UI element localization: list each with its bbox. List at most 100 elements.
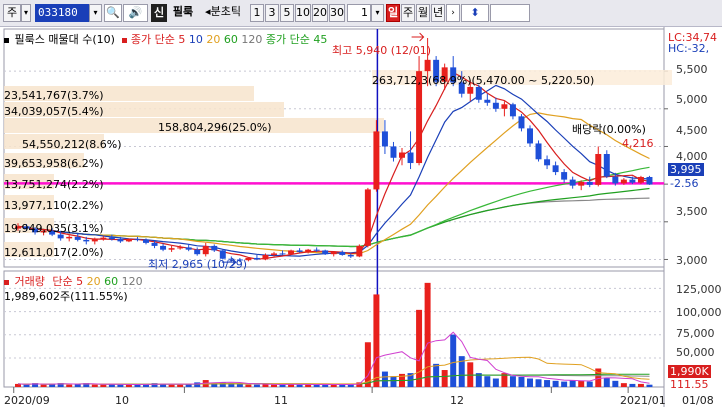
candle-body	[586, 181, 593, 185]
market-dropdown-icon[interactable]: ▾	[21, 4, 31, 22]
vap-label-9: 12,611,017(2.0%)	[4, 246, 104, 259]
x-label-2021-01: 2021/01	[620, 394, 666, 407]
chart-canvas[interactable]	[0, 27, 722, 411]
candle-body	[100, 237, 107, 240]
low-annotation: 최저 2,965 (10/29)	[148, 258, 248, 271]
candle-body	[373, 131, 380, 190]
search-icon[interactable]: 🔍	[104, 4, 122, 22]
legend-marker-icon	[4, 37, 9, 43]
vap-label-5: 39,653,958(6.2%)	[4, 157, 104, 170]
volume-bar	[219, 382, 226, 387]
candle-body	[91, 239, 98, 242]
volume-bar	[271, 384, 277, 387]
code-dropdown-icon[interactable]: ▾	[89, 4, 102, 22]
candle-body	[313, 249, 320, 251]
volume-bar	[236, 383, 243, 387]
period-month-text: 월	[417, 6, 429, 19]
candle-body	[569, 179, 576, 186]
period-1[interactable]: 1	[250, 4, 264, 22]
vol-ma60-legend: 60	[104, 275, 119, 288]
candle-body	[527, 128, 533, 144]
candle-body	[211, 245, 218, 251]
candle-body	[381, 131, 388, 147]
period-year-text: 년	[432, 6, 444, 19]
volume-bar	[552, 380, 559, 387]
period-year[interactable]: 년	[431, 4, 445, 22]
volume-bar	[23, 384, 30, 387]
candle-body	[603, 154, 610, 177]
candle-body	[475, 86, 482, 100]
period-group-label[interactable]: ◂분초틱	[198, 4, 248, 22]
ma5-legend: 5	[178, 33, 186, 46]
period-week[interactable]: 주	[401, 4, 415, 22]
vol-ma5-legend: 5	[76, 275, 84, 288]
volume-bar	[347, 384, 354, 387]
period-5-text: 5	[283, 6, 291, 19]
volume-bar	[373, 294, 380, 387]
y-tick-5500: 5,500	[676, 63, 708, 76]
stock-name-text: 필룩	[172, 5, 194, 18]
period-prefix-text: 분초틱	[210, 5, 241, 18]
candle-body	[347, 254, 354, 257]
candle-body	[125, 239, 132, 242]
candle-body	[108, 237, 115, 240]
period-20[interactable]: 20	[312, 4, 328, 22]
volume-legend: 거래량 단순 5 20 60 120	[4, 273, 143, 289]
stock-name: 필룩	[168, 4, 198, 22]
candle-body	[296, 250, 303, 252]
market-select[interactable]: 주	[3, 4, 21, 22]
period-3-text: 3	[268, 6, 276, 19]
period-10-text: 10	[296, 6, 310, 19]
period-day[interactable]: 일	[386, 4, 400, 22]
vol-ma20-legend: 20	[86, 275, 101, 288]
x-label-11: 11	[274, 394, 288, 407]
volume-bar	[194, 382, 201, 387]
y-tick-4500: 4,500	[676, 124, 708, 137]
volume-bar	[509, 376, 516, 387]
change-pct-tag: -2.56	[670, 177, 699, 190]
volume-bar	[586, 381, 593, 387]
candle-body	[467, 86, 474, 94]
volume-bar	[578, 380, 585, 387]
volume-legend-marker-icon	[4, 279, 9, 285]
volume-bar	[177, 384, 184, 387]
period-10[interactable]: 10	[295, 4, 311, 22]
volume-bar	[416, 309, 423, 387]
period-count-dropdown-icon[interactable]: ▾	[371, 4, 384, 22]
candle-body	[612, 176, 619, 184]
hc-label: HC:-32,	[668, 42, 710, 55]
period-count-input[interactable]: 1	[347, 4, 371, 22]
volume-bar	[544, 380, 551, 387]
candle-body	[271, 253, 277, 255]
candle-body	[544, 159, 551, 166]
vol-tick-100000: 100,000	[676, 306, 722, 319]
candle-body	[305, 249, 312, 252]
y-tick-3500: 3,500	[676, 205, 708, 218]
candle-body	[364, 189, 371, 246]
market-prefix: 주	[6, 6, 18, 19]
candle-body	[620, 179, 627, 184]
ma60-legend: 60	[223, 33, 238, 46]
updown-arrows-icon[interactable]: ⬍	[461, 4, 489, 22]
volume-legend-ma: 단순	[52, 275, 73, 288]
candle-body	[484, 99, 491, 103]
period-5[interactable]: 5	[280, 4, 294, 22]
candle-body	[74, 236, 81, 240]
period-3[interactable]: 3	[265, 4, 279, 22]
current-price-tag: 3,995	[668, 163, 704, 176]
stock-chart[interactable]: 필룩스 매물대 수(10) 종가 단순 5 10 20 60 120 종가 단순…	[0, 27, 722, 411]
stock-code-input[interactable]: 033180	[35, 4, 89, 22]
volume-bar	[117, 384, 124, 387]
vap-label-4: 54,550,212(8.6%)	[22, 138, 122, 151]
extra-input[interactable]	[490, 4, 530, 22]
speaker-icon[interactable]: 🔊	[123, 4, 148, 22]
period-next-icon[interactable]: ›	[446, 4, 460, 22]
candle-body	[168, 248, 175, 250]
candle-body	[578, 181, 585, 186]
volume-bar	[253, 384, 260, 387]
vap-label-top: 263,712,3(68.9%)(5,470.00 ~ 5,220.50)	[372, 74, 595, 87]
period-month[interactable]: 월	[416, 4, 430, 22]
credit-badge-text: 신	[153, 6, 165, 19]
dividend-price: 4,216	[622, 137, 654, 150]
period-30[interactable]: 30	[329, 4, 345, 22]
